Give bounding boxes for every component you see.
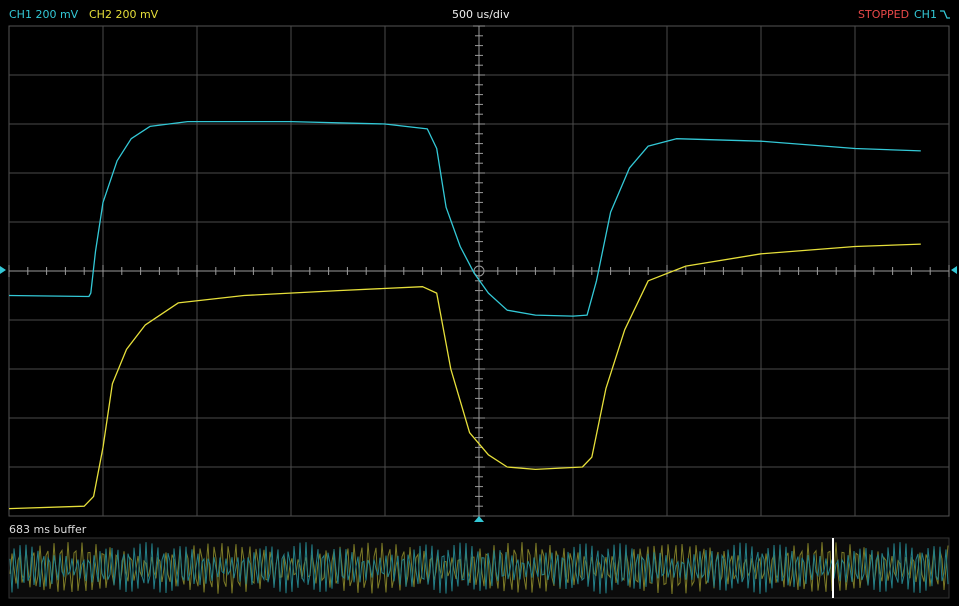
run-status-label[interactable]: STOPPED (858, 8, 909, 22)
ch2-scale-label[interactable]: CH2 200 mV (89, 8, 158, 22)
ch1-scale-label[interactable]: CH1 200 mV (9, 8, 78, 22)
oscilloscope-screen[interactable] (0, 0, 959, 606)
trigger-source-label[interactable]: CH1 (914, 8, 937, 22)
falling-edge-trigger-icon[interactable] (939, 8, 951, 21)
timebase-label[interactable]: 500 us/div (452, 8, 509, 22)
status-bar: CH1 200 mV CH2 200 mV 500 us/div STOPPED… (0, 0, 959, 26)
buffer-label: 683 ms buffer (9, 523, 87, 536)
